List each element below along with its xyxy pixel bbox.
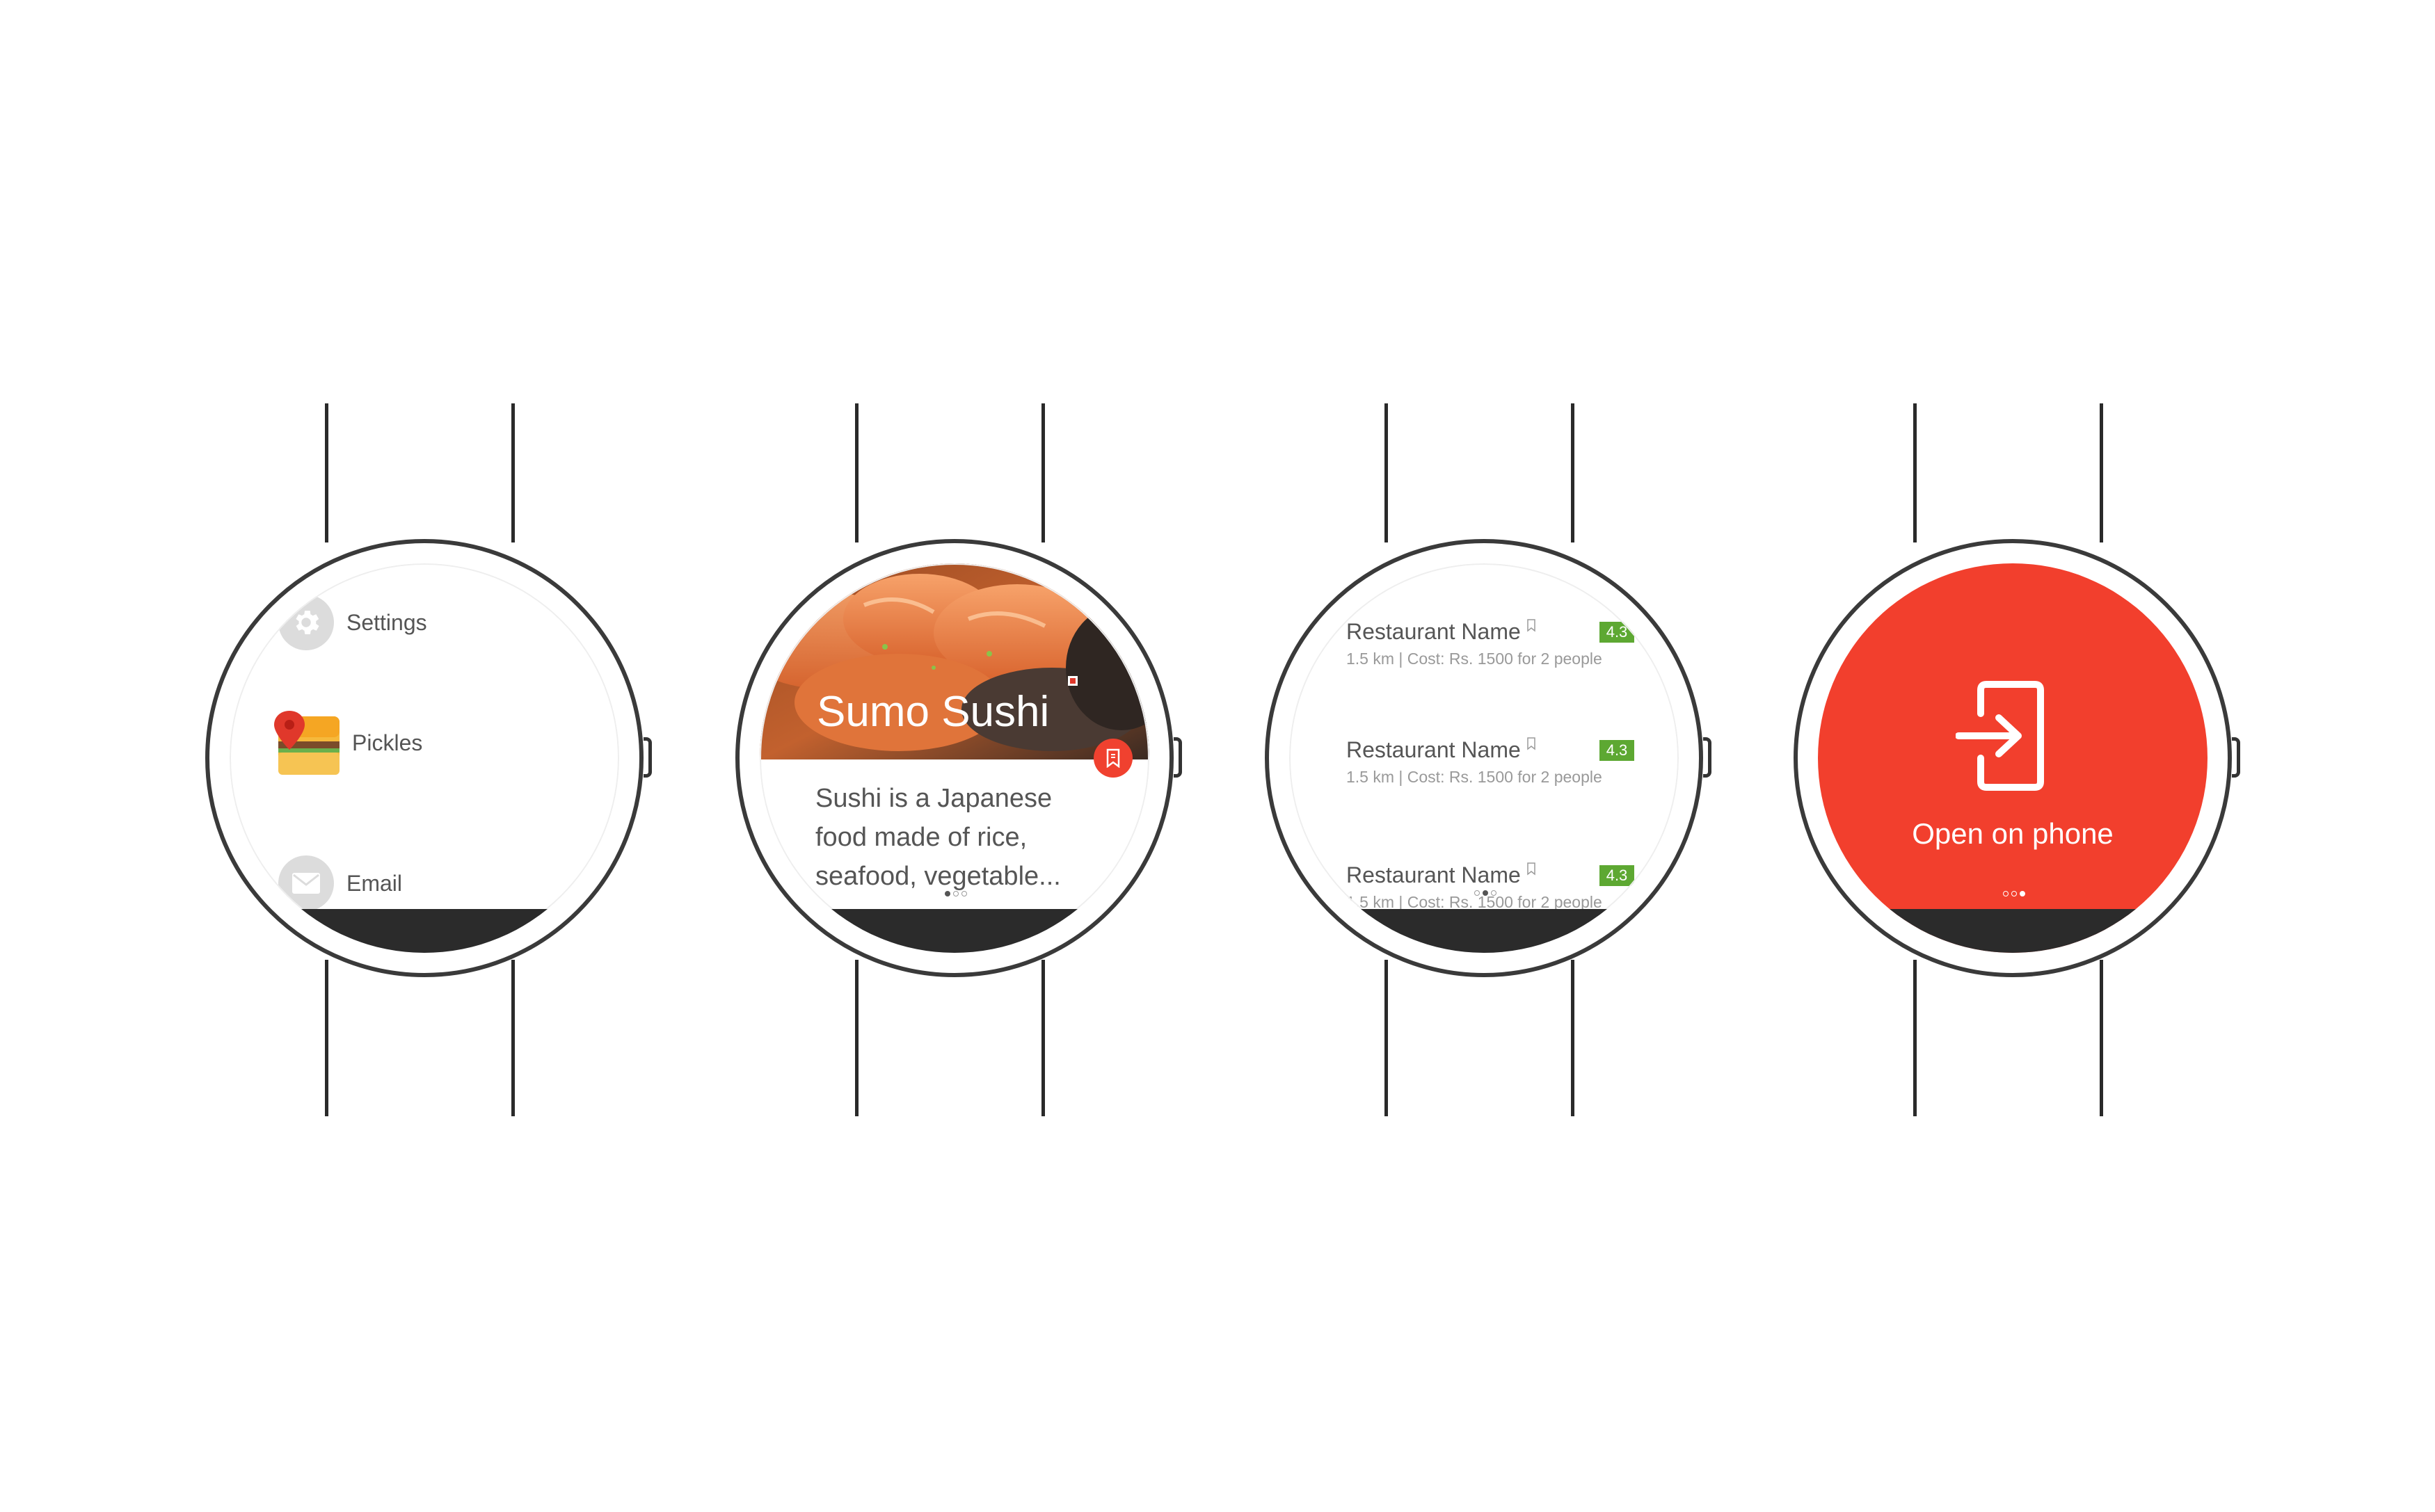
watch-strap bbox=[855, 403, 859, 542]
bookmark-icon[interactable] bbox=[1526, 862, 1536, 876]
watch-crown-button[interactable] bbox=[1174, 737, 1182, 778]
page-dot bbox=[2003, 891, 2009, 896]
watch-strap bbox=[1384, 403, 1388, 542]
watch-screen: Open on phone bbox=[1818, 563, 2208, 953]
rating-badge: 4.3 bbox=[1599, 740, 1634, 761]
page-dot bbox=[1474, 890, 1480, 896]
watch-strap bbox=[1384, 960, 1388, 1116]
watch-strap bbox=[325, 960, 328, 1116]
open-on-phone-icon bbox=[1956, 681, 2044, 791]
watch-strap bbox=[2100, 960, 2103, 1116]
watch-chin bbox=[760, 909, 1149, 953]
watch-strap bbox=[1913, 960, 1917, 1116]
open-on-phone-label: Open on phone bbox=[1912, 817, 2114, 850]
watch-chin bbox=[1818, 909, 2208, 953]
rating-badge: 4.3 bbox=[1599, 622, 1634, 643]
watch-crown-button[interactable] bbox=[1703, 737, 1711, 778]
watch-strap bbox=[855, 960, 859, 1116]
watch-crown-button[interactable] bbox=[644, 737, 652, 778]
restaurant-list-item[interactable]: Restaurant Name 4.3 1.5 km | Cost: Rs. 1… bbox=[1346, 861, 1638, 912]
page-dot bbox=[1491, 890, 1496, 896]
watch-strap bbox=[511, 403, 515, 542]
menu-item-email[interactable]: Email bbox=[278, 855, 402, 911]
watch-screen: Settings Pickles Email bbox=[230, 563, 619, 953]
watch-strap bbox=[1041, 403, 1045, 542]
restaurant-name: Restaurant Name bbox=[1346, 618, 1521, 644]
watch-crown-button[interactable] bbox=[2232, 737, 2240, 778]
watch-strap bbox=[1041, 960, 1045, 1116]
restaurant-list-item[interactable]: Restaurant Name 4.3 1.5 km | Cost: Rs. 1… bbox=[1346, 618, 1638, 668]
page-dot-active bbox=[945, 891, 950, 896]
watch-card: Sumo Sushi Sushi is a Japanese food made… bbox=[735, 0, 1195, 1512]
menu-item-label: Settings bbox=[346, 609, 427, 635]
restaurant-name: Restaurant Name bbox=[1346, 737, 1521, 762]
watch-menu: Settings Pickles Email bbox=[205, 0, 664, 1512]
restaurant-list-item[interactable]: Restaurant Name 4.3 1.5 km | Cost: Rs. 1… bbox=[1346, 736, 1638, 787]
rating-badge: 4.3 bbox=[1599, 865, 1634, 886]
gear-icon bbox=[278, 595, 334, 650]
bookmark-icon[interactable] bbox=[1526, 737, 1536, 750]
page-indicator bbox=[2003, 891, 2025, 896]
restaurant-title: Sumo Sushi bbox=[817, 688, 1050, 736]
watch-strap bbox=[325, 403, 328, 542]
page-dot-active bbox=[1483, 890, 1488, 896]
page-indicator bbox=[1474, 890, 1496, 896]
watch-screen: Restaurant Name 4.3 1.5 km | Cost: Rs. 1… bbox=[1289, 563, 1679, 953]
restaurant-meta: 1.5 km | Cost: Rs. 1500 for 2 people bbox=[1346, 768, 1602, 786]
menu-item-settings[interactable]: Settings bbox=[278, 595, 427, 650]
watch-list: Restaurant Name 4.3 1.5 km | Cost: Rs. 1… bbox=[1265, 0, 1724, 1512]
restaurant-meta: 1.5 km | Cost: Rs. 1500 for 2 people bbox=[1346, 650, 1602, 668]
watch-mockups-canvas: Settings Pickles Email Sumo Sushi Sushi … bbox=[0, 0, 2435, 1512]
watch-open-on-phone: Open on phone bbox=[1794, 0, 2253, 1512]
bookmark-icon bbox=[1106, 748, 1120, 768]
menu-item-label: Pickles bbox=[352, 730, 423, 755]
page-indicator bbox=[945, 891, 967, 896]
page-dot-active bbox=[2020, 891, 2025, 896]
sushi-photo[interactable]: Sumo Sushi bbox=[760, 563, 1149, 759]
restaurant-description: Sushi is a Japanese food made of rice, s… bbox=[815, 784, 1061, 891]
menu-item-pickles[interactable]: Pickles bbox=[274, 709, 423, 776]
watch-strap bbox=[1571, 403, 1574, 542]
page-dot bbox=[961, 891, 967, 896]
watch-strap bbox=[511, 960, 515, 1116]
page-dot bbox=[953, 891, 959, 896]
watch-screen: Sumo Sushi Sushi is a Japanese food made… bbox=[760, 563, 1149, 953]
watch-strap bbox=[1571, 960, 1574, 1116]
watch-strap bbox=[2100, 403, 2103, 542]
bookmark-icon[interactable] bbox=[1526, 618, 1536, 632]
watch-chin bbox=[230, 909, 619, 953]
watch-chin bbox=[1289, 909, 1679, 953]
watch-strap bbox=[1913, 403, 1917, 542]
envelope-icon bbox=[278, 855, 334, 911]
pickles-app-icon bbox=[273, 709, 340, 776]
bookmark-button[interactable] bbox=[1094, 739, 1133, 778]
restaurant-name: Restaurant Name bbox=[1346, 862, 1521, 887]
menu-item-label: Email bbox=[346, 870, 403, 896]
page-dot bbox=[2011, 891, 2017, 896]
